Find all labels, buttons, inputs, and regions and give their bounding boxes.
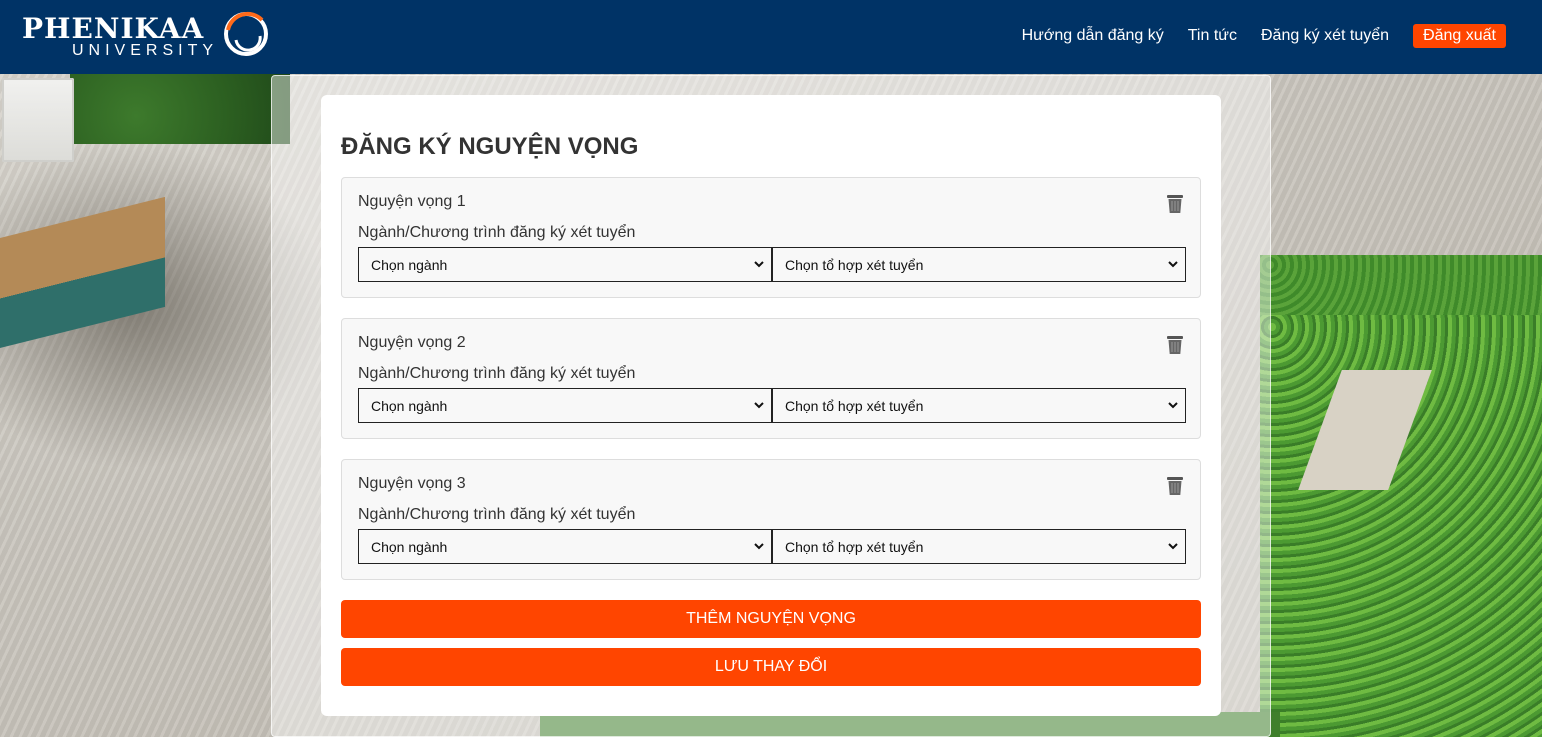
trash-icon[interactable] [1166, 335, 1184, 355]
chevron-down-icon [1168, 261, 1178, 268]
combination-select-value: Chọn tổ hợp xét tuyển [785, 256, 924, 273]
trash-icon[interactable] [1166, 476, 1184, 496]
nav-guide-link[interactable]: Hướng dẫn đăng ký [1022, 27, 1164, 45]
chevron-down-icon [1168, 543, 1178, 550]
major-select-value: Chọn ngành [371, 538, 448, 555]
major-select[interactable]: Chọn ngành [358, 247, 772, 282]
main-nav: Hướng dẫn đăng ký Tin tức Đăng ký xét tu… [998, 24, 1506, 48]
page-title: ĐĂNG KÝ NGUYỆN VỌNG [341, 133, 639, 160]
chevron-down-icon [1168, 402, 1178, 409]
combination-select[interactable]: Chọn tổ hợp xét tuyển [772, 247, 1186, 282]
combination-select[interactable]: Chọn tổ hợp xét tuyển [772, 388, 1186, 423]
wish-label: Nguyện vọng 3 [358, 475, 466, 492]
major-select-value: Chọn ngành [371, 397, 448, 414]
add-wish-button[interactable]: THÊM NGUYỆN VỌNG [341, 600, 1201, 638]
combination-select-value: Chọn tổ hợp xét tuyển [785, 397, 924, 414]
nav-register-link[interactable]: Đăng ký xét tuyển [1261, 27, 1389, 45]
top-navbar: PHENIKAA UNIVERSITY Hướng dẫn đăng ký Ti… [0, 0, 1542, 74]
major-select-value: Chọn ngành [371, 256, 448, 273]
chevron-down-icon [754, 261, 764, 268]
combination-select[interactable]: Chọn tổ hợp xét tuyển [772, 529, 1186, 564]
major-field-label: Ngành/Chương trình đăng ký xét tuyển [358, 224, 636, 241]
save-changes-button[interactable]: LƯU THAY ĐỔI [341, 648, 1201, 686]
major-select[interactable]: Chọn ngành [358, 388, 772, 423]
major-field-label: Ngành/Chương trình đăng ký xét tuyển [358, 365, 636, 382]
logo-subtext: UNIVERSITY [72, 42, 219, 59]
chevron-down-icon [754, 543, 764, 550]
wish-registration-card: ĐĂNG KÝ NGUYỆN VỌNG Nguyện vọng 1 Ngành/… [321, 95, 1221, 716]
nav-news-link[interactable]: Tin tức [1188, 27, 1237, 45]
combination-select-value: Chọn tổ hợp xét tuyển [785, 538, 924, 555]
wish-label: Nguyện vọng 1 [358, 193, 466, 210]
chevron-down-icon [754, 402, 764, 409]
wish-label: Nguyện vọng 2 [358, 334, 466, 351]
wish-item: Nguyện vọng 2 Ngành/Chương trình đăng ký… [341, 318, 1201, 439]
logo-swoosh-icon [224, 11, 268, 56]
major-select[interactable]: Chọn ngành [358, 529, 772, 564]
trash-icon[interactable] [1166, 194, 1184, 214]
wish-item: Nguyện vọng 3 Ngành/Chương trình đăng ký… [341, 459, 1201, 580]
wish-item: Nguyện vọng 1 Ngành/Chương trình đăng ký… [341, 177, 1201, 298]
major-field-label: Ngành/Chương trình đăng ký xét tuyển [358, 506, 636, 523]
logo-wordmark: PHENIKAA [22, 12, 205, 45]
phenikaa-logo[interactable]: PHENIKAA UNIVERSITY [22, 8, 272, 64]
logout-button[interactable]: Đăng xuất [1413, 24, 1506, 48]
